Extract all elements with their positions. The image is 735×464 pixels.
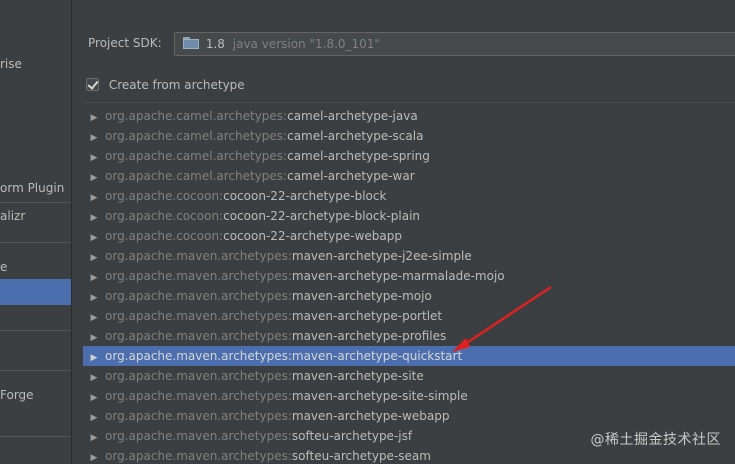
expand-arrow-icon[interactable]: ▶ xyxy=(83,268,105,288)
archetype-artifact: maven-archetype-profiles xyxy=(291,329,447,343)
sidebar-item-enterprise[interactable]: rise xyxy=(0,52,71,76)
archetype-group: org.apache.cocoon: xyxy=(105,229,224,243)
expand-arrow-icon[interactable]: ▶ xyxy=(83,148,105,168)
archetype-artifact: maven-archetype-portlet xyxy=(291,309,443,323)
archetype-row[interactable]: ▶ org.apache.cocoon:cocoon-22-archetype-w… xyxy=(83,226,735,246)
project-sdk-select[interactable]: 1.8 java version "1.8.0_101" xyxy=(174,32,735,56)
expand-arrow-icon[interactable]: ▶ xyxy=(83,128,105,148)
expand-arrow-icon[interactable]: ▶ xyxy=(83,388,105,408)
archetype-group: org.apache.maven.archetypes: xyxy=(105,389,292,403)
archetype-group: org.apache.maven.archetypes: xyxy=(105,369,292,383)
expand-arrow-icon[interactable]: ▶ xyxy=(83,168,105,188)
archetype-artifact: camel-archetype-spring xyxy=(287,149,430,163)
archetype-group: org.apache.maven.archetypes: xyxy=(105,349,292,363)
archetype-row[interactable]: ▶ org.apache.camel.archetypes:camel-arche… xyxy=(83,166,735,186)
archetype-artifact: maven-archetype-site-simple xyxy=(291,389,468,403)
archetype-row[interactable]: ▶ org.apache.maven.archetypes:maven-arche… xyxy=(83,386,735,406)
sidebar-item-platform-plugin[interactable]: orm Plugin xyxy=(0,176,71,200)
archetype-group: org.apache.camel.archetypes: xyxy=(105,149,288,163)
archetype-artifact: cocoon-22-archetype-webapp xyxy=(223,229,402,243)
archetype-row[interactable]: ▶ org.apache.cocoon:cocoon-22-archetype-b… xyxy=(83,206,735,226)
expand-arrow-icon[interactable]: ▶ xyxy=(83,288,105,308)
checkbox-label: Create from archetype xyxy=(108,78,245,92)
archetype-group: org.apache.maven.archetypes: xyxy=(105,309,292,323)
sdk-version: 1.8 xyxy=(205,37,225,51)
expand-arrow-icon[interactable]: ▶ xyxy=(83,248,105,268)
archetype-group: org.apache.camel.archetypes: xyxy=(105,169,288,183)
archetype-artifact: cocoon-22-archetype-block-plain xyxy=(223,209,421,223)
archetype-group: org.apache.maven.archetypes: xyxy=(105,249,292,263)
expand-arrow-icon[interactable]: ▶ xyxy=(83,368,105,388)
archetype-row[interactable]: ▶ org.apache.maven.archetypes:maven-arche… xyxy=(83,286,735,306)
archetype-artifact: softeu-archetype-jsf xyxy=(291,429,413,443)
archetype-row[interactable]: ▶ org.apache.maven.archetypes:maven-arche… xyxy=(83,406,735,426)
expand-arrow-icon[interactable]: ▶ xyxy=(83,328,105,348)
archetype-artifact: maven-archetype-marmalade-mojo xyxy=(291,269,505,283)
archetype-row[interactable]: ▶ org.apache.camel.archetypes:camel-arche… xyxy=(83,106,735,126)
sidebar-divider xyxy=(0,242,71,243)
archetype-group: org.apache.maven.archetypes: xyxy=(105,289,292,303)
archetype-artifact: maven-archetype-quickstart xyxy=(291,349,463,363)
archetype-artifact: maven-archetype-webapp xyxy=(291,409,450,423)
archetype-group: org.apache.camel.archetypes: xyxy=(105,109,288,123)
archetype-group: org.apache.camel.archetypes: xyxy=(105,129,288,143)
archetype-row[interactable]: ▶ org.apache.maven.archetypes:maven-arche… xyxy=(83,246,735,266)
sidebar-divider xyxy=(0,436,71,437)
sidebar-divider xyxy=(0,202,71,203)
archetype-group: org.apache.maven.archetypes: xyxy=(105,429,292,443)
archetype-group: org.apache.maven.archetypes: xyxy=(105,409,292,423)
archetype-row[interactable]: ▶ org.apache.maven.archetypes:maven-arche… xyxy=(83,306,735,326)
sidebar-item-label: Forge xyxy=(0,388,34,402)
sidebar-item-label: e xyxy=(0,260,8,274)
archetype-row[interactable]: ▶ org.apache.maven.archetypes:maven-arche… xyxy=(83,266,735,286)
expand-arrow-icon[interactable]: ▶ xyxy=(83,208,105,228)
sidebar-item-e[interactable]: e xyxy=(0,255,71,279)
sidebar-divider xyxy=(0,370,71,371)
project-type-sidebar: rise orm Plugin alizr e Forge xyxy=(0,0,72,464)
sidebar-item-forge[interactable]: Forge xyxy=(0,383,71,407)
archetype-row[interactable]: ▶ org.apache.maven.archetypes:maven-arche… xyxy=(83,366,735,386)
sidebar-item-maven[interactable] xyxy=(0,279,71,305)
sidebar-item-initializr[interactable]: alizr xyxy=(0,204,71,228)
watermark: @稀土掘金技术社区 xyxy=(590,432,721,448)
archetype-group: org.apache.cocoon: xyxy=(105,189,224,203)
archetype-row-selected[interactable]: ▶ org.apache.maven.archetypes:maven-arche… xyxy=(83,346,735,366)
archetype-group: org.apache.maven.archetypes: xyxy=(105,269,292,283)
new-project-dialog: rise orm Plugin alizr e Forge Project SD… xyxy=(0,0,735,464)
expand-arrow-icon[interactable]: ▶ xyxy=(83,408,105,428)
expand-arrow-icon[interactable]: ▶ xyxy=(83,108,105,128)
archetype-group: org.apache.maven.archetypes: xyxy=(105,449,292,463)
checkbox-checked-icon[interactable] xyxy=(86,78,99,91)
archetype-artifact: camel-archetype-java xyxy=(287,109,418,123)
archetype-row[interactable]: ▶ org.apache.camel.archetypes:camel-arche… xyxy=(83,126,735,146)
archetype-row[interactable]: ▶ org.apache.maven.archetypes:maven-arche… xyxy=(83,326,735,346)
sdk-version-detail: java version "1.8.0_101" xyxy=(232,37,380,51)
archetype-artifact: camel-archetype-war xyxy=(287,169,415,183)
expand-arrow-icon[interactable]: ▶ xyxy=(83,448,105,464)
archetype-artifact: maven-archetype-mojo xyxy=(291,289,432,303)
sidebar-item-label: orm Plugin xyxy=(0,181,65,195)
sidebar-item-label: rise xyxy=(0,57,22,71)
create-from-archetype-checkbox[interactable]: Create from archetype xyxy=(86,76,245,94)
archetype-row[interactable]: ▶ org.apache.camel.archetypes:camel-arche… xyxy=(83,146,735,166)
archetype-row[interactable]: ▶ org.apache.cocoon:cocoon-22-archetype-b… xyxy=(83,186,735,206)
archetype-list[interactable]: ▶ org.apache.camel.archetypes:camel-arche… xyxy=(83,102,735,464)
folder-icon xyxy=(183,37,199,49)
expand-arrow-icon[interactable]: ▶ xyxy=(83,308,105,328)
archetype-artifact: softeu-archetype-seam xyxy=(291,449,431,463)
expand-arrow-icon[interactable]: ▶ xyxy=(83,428,105,448)
sidebar-item-label: alizr xyxy=(0,209,26,223)
expand-arrow-icon[interactable]: ▶ xyxy=(83,348,105,368)
archetype-group: org.apache.maven.archetypes: xyxy=(105,329,292,343)
archetype-artifact: maven-archetype-j2ee-simple xyxy=(291,249,472,263)
expand-arrow-icon[interactable]: ▶ xyxy=(83,188,105,208)
archetype-artifact: cocoon-22-archetype-block xyxy=(223,189,387,203)
archetype-group: org.apache.cocoon: xyxy=(105,209,224,223)
archetype-artifact: maven-archetype-site xyxy=(291,369,424,383)
archetype-artifact: camel-archetype-scala xyxy=(287,129,424,143)
expand-arrow-icon[interactable]: ▶ xyxy=(83,228,105,248)
sidebar-divider xyxy=(0,330,71,331)
project-sdk-label: Project SDK: xyxy=(88,36,162,50)
